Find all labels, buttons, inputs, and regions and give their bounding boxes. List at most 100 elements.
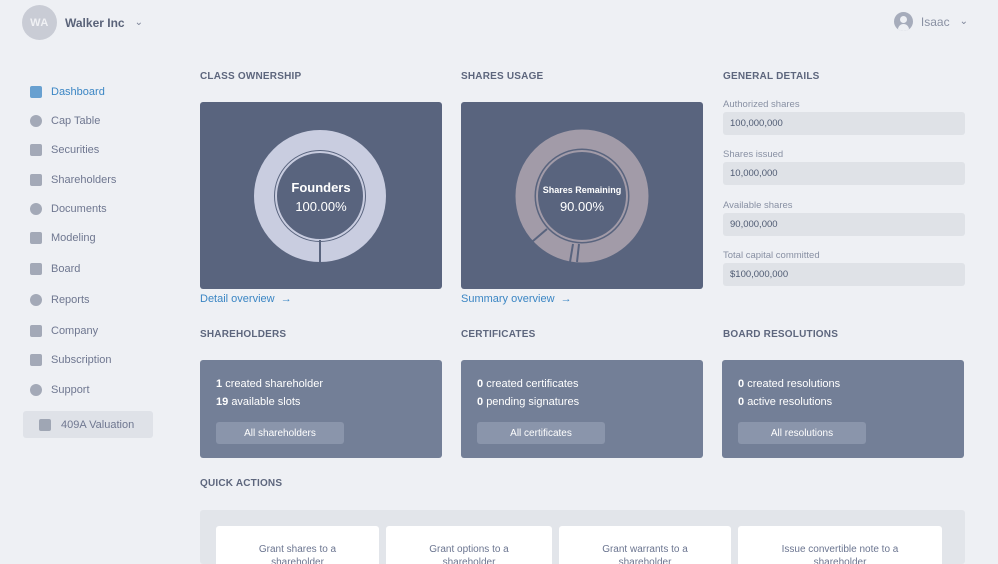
group-icon: [30, 262, 42, 275]
shares-usage-donut: [515, 129, 649, 263]
grant-options-action[interactable]: Grant options to a shareholder: [386, 526, 552, 564]
grant-warrants-action[interactable]: Grant warrants to a shareholder: [559, 526, 731, 564]
sidebar-item-label: Subscription: [51, 353, 112, 366]
ownership-ring: [254, 130, 386, 262]
sidebar-item-reports[interactable]: Reports: [30, 285, 90, 314]
available-shares-label: Available shares: [723, 200, 793, 211]
company-avatar: WA: [22, 5, 57, 40]
shareholders-line-2-text: available slots: [231, 396, 301, 408]
signatures-count: 0: [477, 396, 484, 408]
user-name: Isaac: [920, 14, 950, 29]
sidebar-item-dashboard[interactable]: Dashboard: [30, 77, 105, 106]
document-icon: [39, 418, 51, 431]
sidebar-item-label: Modeling: [51, 231, 96, 244]
grant-options-line-2: shareholder: [442, 557, 496, 564]
summary-overview-label: Summary overview: [461, 293, 555, 305]
certificates-count: 0: [477, 378, 484, 390]
resolutions-count: 0: [738, 378, 745, 390]
valuation-button[interactable]: 409A Valuation: [23, 411, 153, 438]
sidebar-item-cap-table[interactable]: Cap Table: [30, 106, 100, 135]
certificates-line-2-text: pending signatures: [486, 396, 580, 408]
sidebar-item-label: Dashboard: [51, 85, 105, 98]
shareholders-title: SHAREHOLDERS: [200, 329, 287, 340]
general-details-title: GENERAL DETAILS: [723, 71, 820, 82]
arrow-right-icon: →: [277, 293, 292, 305]
class-ownership-title: CLASS OWNERSHIP: [200, 71, 302, 82]
chevron-down-icon: ⌄: [134, 17, 143, 28]
lightbulb-icon: [30, 231, 42, 244]
usage-ring: [515, 129, 649, 263]
pie-chart-icon: [30, 114, 42, 127]
detail-overview-link[interactable]: Detail overview →: [200, 293, 292, 305]
sidebar-item-modeling[interactable]: Modeling: [30, 223, 96, 252]
certificates-line-1: 0 created certificates: [477, 378, 703, 396]
sidebar-item-label: Board: [51, 262, 81, 275]
quick-actions-panel: Grant shares to a shareholder Grant opti…: [200, 510, 965, 564]
sidebar-item-shareholders[interactable]: Shareholders: [30, 165, 116, 194]
class-ownership-chart: Founders 100.00%: [200, 102, 442, 289]
board-resolutions-card: 0 created resolutions 0 active resolutio…: [722, 360, 964, 458]
resolutions-line-2-text: active resolutions: [747, 396, 833, 408]
shares-issued-field: 10,000,000: [723, 162, 965, 185]
grant-shares-line-1: Grant shares to a: [258, 544, 337, 555]
convertible-note-line-2: shareholder: [813, 557, 867, 564]
sidebar-item-documents[interactable]: Documents: [30, 194, 107, 223]
authorized-shares-label: Authorized shares: [723, 99, 800, 110]
usage-inner-ring: [536, 150, 628, 242]
shareholders-line-2: 19 available slots: [216, 396, 442, 414]
certificates-line-1-text: created certificates: [486, 378, 579, 390]
sidebar-item-label: Securities: [51, 143, 100, 156]
sidebar-item-subscription[interactable]: Subscription: [30, 345, 112, 374]
certificates-card: 0 created certificates 0 pending signatu…: [461, 360, 703, 458]
all-certificates-button[interactable]: All certificates: [477, 422, 605, 444]
clipboard-icon: [30, 143, 42, 156]
sidebar-item-label: Cap Table: [51, 114, 101, 127]
available-shares-field: 90,000,000: [723, 213, 965, 236]
shareholders-line-1: 1 created shareholder: [216, 378, 442, 396]
all-resolutions-button[interactable]: All resolutions: [738, 422, 866, 444]
quick-actions-title: QUICK ACTIONS: [200, 478, 283, 489]
gear-icon: [30, 324, 42, 337]
grant-options-line-1: Grant options to a: [429, 544, 509, 555]
summary-overview-link[interactable]: Summary overview →: [461, 293, 572, 305]
sidebar-item-label: Reports: [51, 293, 90, 306]
shares-usage-title: SHARES USAGE: [461, 71, 544, 82]
usage-center-value: 90.00%: [559, 199, 605, 214]
shareholders-line-1-text: created shareholder: [225, 378, 324, 390]
grant-shares-line-2: shareholder: [271, 557, 324, 564]
person-icon: [30, 173, 42, 186]
report-icon: [30, 293, 42, 306]
sidebar-item-label: Documents: [51, 202, 107, 215]
sidebar-item-company[interactable]: Company: [30, 316, 98, 345]
issue-convertible-note-action[interactable]: Issue convertible note to a shareholder: [738, 526, 942, 564]
grant-warrants-line-1: Grant warrants to a: [602, 544, 688, 555]
support-icon: [30, 383, 42, 396]
resolutions-line-1: 0 created resolutions: [738, 378, 964, 396]
sidebar-item-securities[interactable]: Securities: [30, 135, 99, 164]
ownership-center-label: Founders: [291, 180, 351, 195]
detail-overview-label: Detail overview: [200, 293, 275, 305]
shares-issued-label: Shares issued: [723, 149, 784, 160]
folder-icon: [30, 202, 42, 215]
ownership-inner-ring: [275, 151, 365, 241]
slots-count: 19: [216, 396, 229, 408]
dashboard-icon: [30, 85, 42, 98]
all-shareholders-button[interactable]: All shareholders: [216, 422, 344, 444]
certificates-title: CERTIFICATES: [461, 329, 536, 340]
user-menu[interactable]: Isaac ⌄: [893, 12, 968, 31]
sidebar-item-board[interactable]: Board: [30, 254, 80, 283]
convertible-note-line-1: Issue convertible note to a: [781, 544, 899, 555]
shares-usage-chart: Shares Remaining 90.00%: [461, 102, 703, 289]
sidebar-item-label: Shareholders: [51, 173, 117, 186]
sidebar-item-support[interactable]: Support: [30, 375, 90, 404]
authorized-shares-field: 100,000,000: [723, 112, 965, 135]
company-switcher[interactable]: WA Walker Inc ⌄: [22, 5, 143, 40]
resolutions-line-2: 0 active resolutions: [738, 396, 964, 414]
ownership-center-value: 100.00%: [295, 199, 347, 214]
board-resolutions-title: BOARD RESOLUTIONS: [723, 329, 839, 340]
valuation-label: 409A Valuation: [61, 418, 135, 431]
resolutions-line-1-text: created resolutions: [747, 378, 841, 390]
grant-shares-action[interactable]: Grant shares to a shareholder: [216, 526, 379, 564]
active-resolutions-count: 0: [738, 396, 745, 408]
shareholders-count: 1: [216, 378, 223, 390]
